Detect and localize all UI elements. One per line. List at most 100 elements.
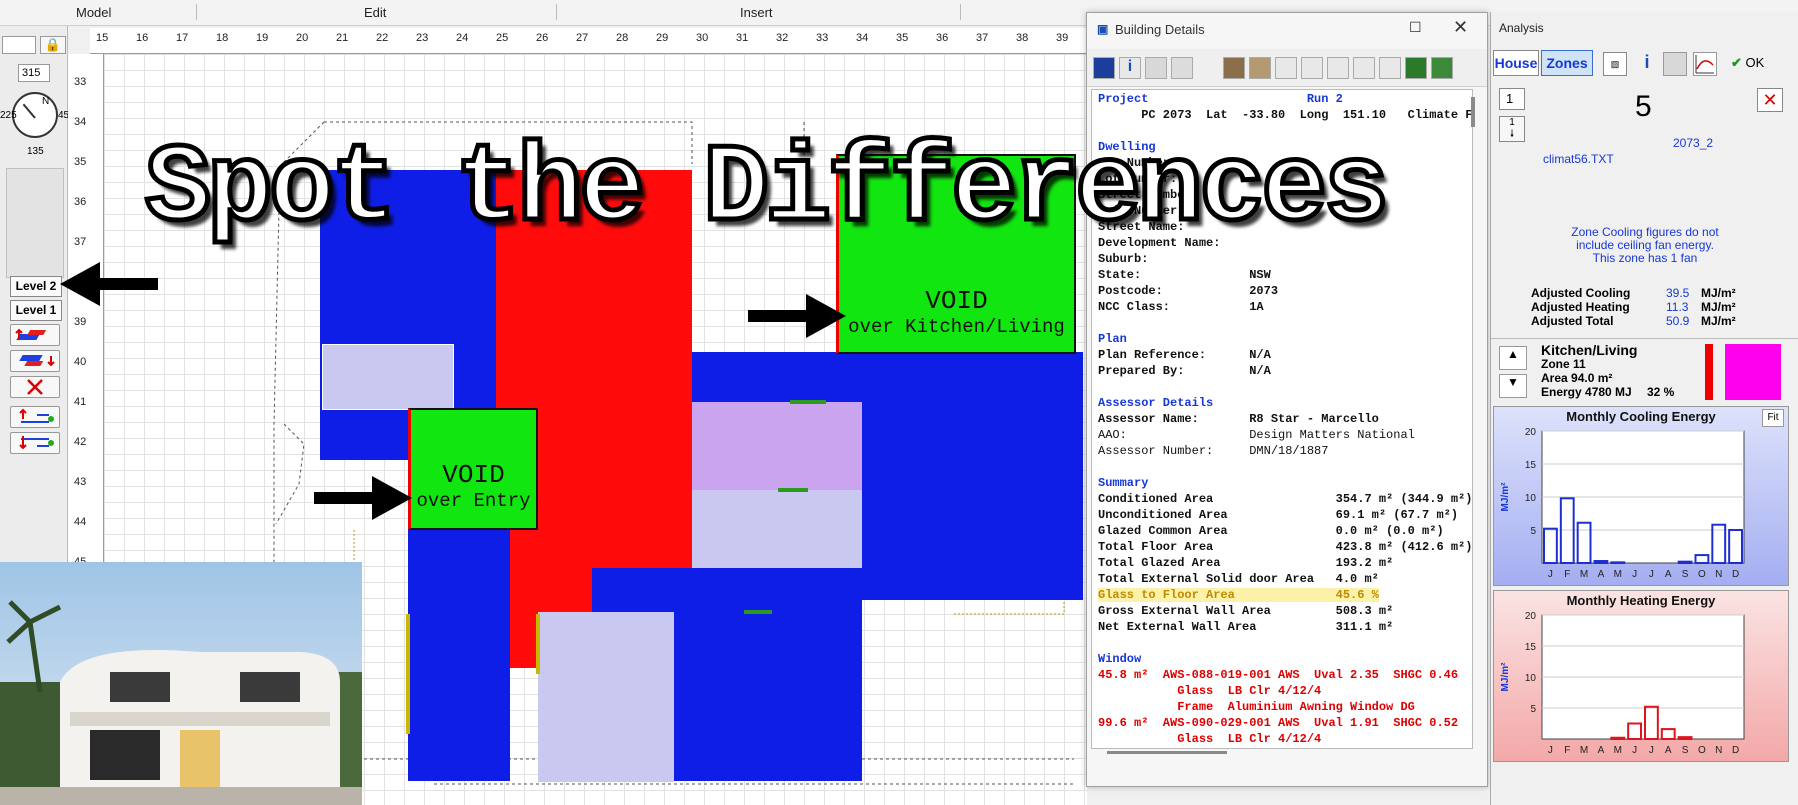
zone-index-input[interactable]: 1	[1499, 88, 1525, 110]
report-scrollbar[interactable]	[1471, 97, 1475, 127]
analysis-panel: Analysis House Zones ▧ i ✔ OK 1 1 🠗 5 ✕ 2…	[1490, 12, 1798, 805]
report-line: Glass LB Clr 4/12/4	[1098, 732, 1322, 746]
tab-house[interactable]: House	[1493, 50, 1539, 76]
x-tick-label: S	[1682, 745, 1689, 756]
x-tick-label: A	[1598, 569, 1605, 580]
headline-overlay: Spot the Differences	[142, 126, 1391, 256]
floor-icon[interactable]	[1249, 57, 1271, 79]
x-tick-label: M	[1614, 745, 1622, 756]
adjusted-value: 11.3	[1666, 300, 1689, 314]
x-tick-label: D	[1732, 569, 1739, 580]
adjusted-unit: MJ/m²	[1701, 314, 1736, 328]
report-line: Summary	[1098, 476, 1149, 490]
tab-zones[interactable]: Zones	[1541, 50, 1593, 76]
x-tick-label: A	[1665, 745, 1672, 756]
x-tick-label: S	[1682, 569, 1689, 580]
x-tick-label: J	[1632, 745, 1637, 756]
wall-icon[interactable]	[1223, 57, 1245, 79]
adjusted-unit: MJ/m²	[1701, 286, 1736, 300]
adjusted-row: Adjusted Cooling 39.5 MJ/m²	[1531, 286, 1791, 300]
info-icon[interactable]: i	[1635, 52, 1659, 76]
close-icon[interactable]: ✕	[1453, 17, 1468, 38]
analysis-title: Analysis	[1499, 21, 1544, 35]
bar	[1593, 560, 1609, 565]
door-icon[interactable]	[1327, 57, 1349, 79]
report-line: Plan Reference: N/A	[1098, 348, 1271, 362]
zone-stepper[interactable]: 1 🠗	[1499, 116, 1525, 142]
x-tick-label: M	[1580, 569, 1588, 580]
chart-icon[interactable]	[1693, 52, 1717, 76]
note-line: This zone has 1 fan	[1592, 251, 1698, 265]
print-icon[interactable]	[1145, 57, 1167, 79]
y-tick-label: 10	[1525, 493, 1537, 504]
adjusted-row: Adjusted Heating 11.3 MJ/m²	[1531, 300, 1791, 314]
report-line: 99.6 m² AWS-090-029-001 AWS Uval 1.91 SH…	[1098, 716, 1459, 730]
fan-note: Zone Cooling figures do not include ceili…	[1501, 226, 1789, 265]
bar	[1610, 561, 1626, 564]
x-tick-label: F	[1564, 745, 1570, 756]
adjusted-value: 50.9	[1666, 314, 1690, 328]
roof-icon[interactable]	[1353, 57, 1375, 79]
report-line: Frame Aluminium Awning Window DG	[1098, 700, 1415, 714]
report-line: Postcode: 2073	[1098, 284, 1279, 298]
y-tick-label: 5	[1530, 526, 1536, 537]
close-zone-icon[interactable]: ✕	[1757, 88, 1783, 112]
ceiling-icon[interactable]	[1275, 57, 1297, 79]
zone-count: 5	[1635, 90, 1652, 123]
x-tick-label: J	[1649, 569, 1654, 580]
app-icon: ▣	[1097, 22, 1109, 36]
y-tick-label: 15	[1525, 460, 1537, 471]
report-line: Window	[1098, 652, 1142, 666]
report-line: NCC Class: 1A	[1098, 300, 1264, 314]
copy-icon[interactable]	[1171, 57, 1193, 79]
report-line: Frame Aluminium Fixed Window DG	[1098, 748, 1408, 749]
x-tick-label: A	[1598, 745, 1605, 756]
zone-bar	[1705, 344, 1713, 400]
x-tick-label: N	[1715, 569, 1722, 580]
opening-icon[interactable]	[1301, 57, 1323, 79]
x-tick-label: J	[1548, 569, 1553, 580]
adjusted-unit: MJ/m²	[1701, 300, 1736, 314]
shade-icon[interactable]	[1379, 57, 1401, 79]
report-line: Total Floor Area 423.8 m² (412.6 m²)	[1098, 540, 1473, 554]
zone-name: Kitchen/Living	[1541, 342, 1638, 358]
save-icon[interactable]	[1093, 57, 1115, 79]
zone-down-icon[interactable]: ▼	[1499, 374, 1527, 398]
zone-up-icon[interactable]: ▲	[1499, 346, 1527, 370]
x-tick-label: D	[1732, 745, 1739, 756]
x-tick-label: N	[1715, 745, 1722, 756]
report-line: State: NSW	[1098, 268, 1271, 282]
y-tick-label: 15	[1525, 642, 1537, 653]
x-tick-label: J	[1649, 745, 1654, 756]
report-line: Project Run 2	[1098, 92, 1343, 106]
report-line: Net External Wall Area 311.1 m²	[1098, 620, 1394, 634]
y-axis-label: MJ/m²	[1500, 662, 1511, 692]
csv-icon[interactable]: ▧	[1603, 52, 1627, 76]
zone-number: Zone 11	[1541, 357, 1586, 371]
zone-percent: 32 %	[1647, 385, 1675, 399]
info-icon[interactable]: i	[1119, 57, 1141, 79]
report-line: Gross External Wall Area 508.3 m²	[1098, 604, 1394, 618]
print-icon[interactable]	[1663, 52, 1687, 76]
maximize-icon[interactable]: ☐	[1409, 19, 1422, 36]
adjusted-label: Adjusted Heating	[1531, 300, 1630, 314]
report-line: Conditioned Area 354.7 m² (344.9 m²)	[1098, 492, 1473, 506]
adjusted-totals: Adjusted Cooling 39.5 MJ/m² Adjusted Heatin…	[1531, 286, 1791, 328]
report-hscrollbar[interactable]	[1107, 751, 1227, 754]
y-tick-label: 20	[1525, 427, 1537, 438]
report-line: Prepared By: N/A	[1098, 364, 1271, 378]
report-line: Plan	[1098, 332, 1127, 346]
y-tick-label: 10	[1525, 673, 1537, 684]
report-line: Suburb:	[1098, 252, 1149, 266]
cooling-chart: Monthly Cooling Energy Fit 5 10 15 20 MJ/m² J…	[1493, 406, 1789, 586]
report-line: Assessor Number: DMN/18/1887	[1098, 444, 1329, 458]
window-title: Building Details	[1115, 22, 1205, 37]
window-icon[interactable]	[1405, 57, 1427, 79]
x-tick-label: M	[1580, 745, 1588, 756]
grid-icon[interactable]	[1431, 57, 1453, 79]
bar	[1610, 736, 1626, 740]
ok-button[interactable]: ✔ OK	[1727, 52, 1787, 76]
report-line: PC 2073 Lat -33.80 Long 151.10 Climate F	[1098, 108, 1473, 122]
adjusted-label: Adjusted Total	[1531, 314, 1614, 328]
ok-label: OK	[1745, 55, 1765, 70]
